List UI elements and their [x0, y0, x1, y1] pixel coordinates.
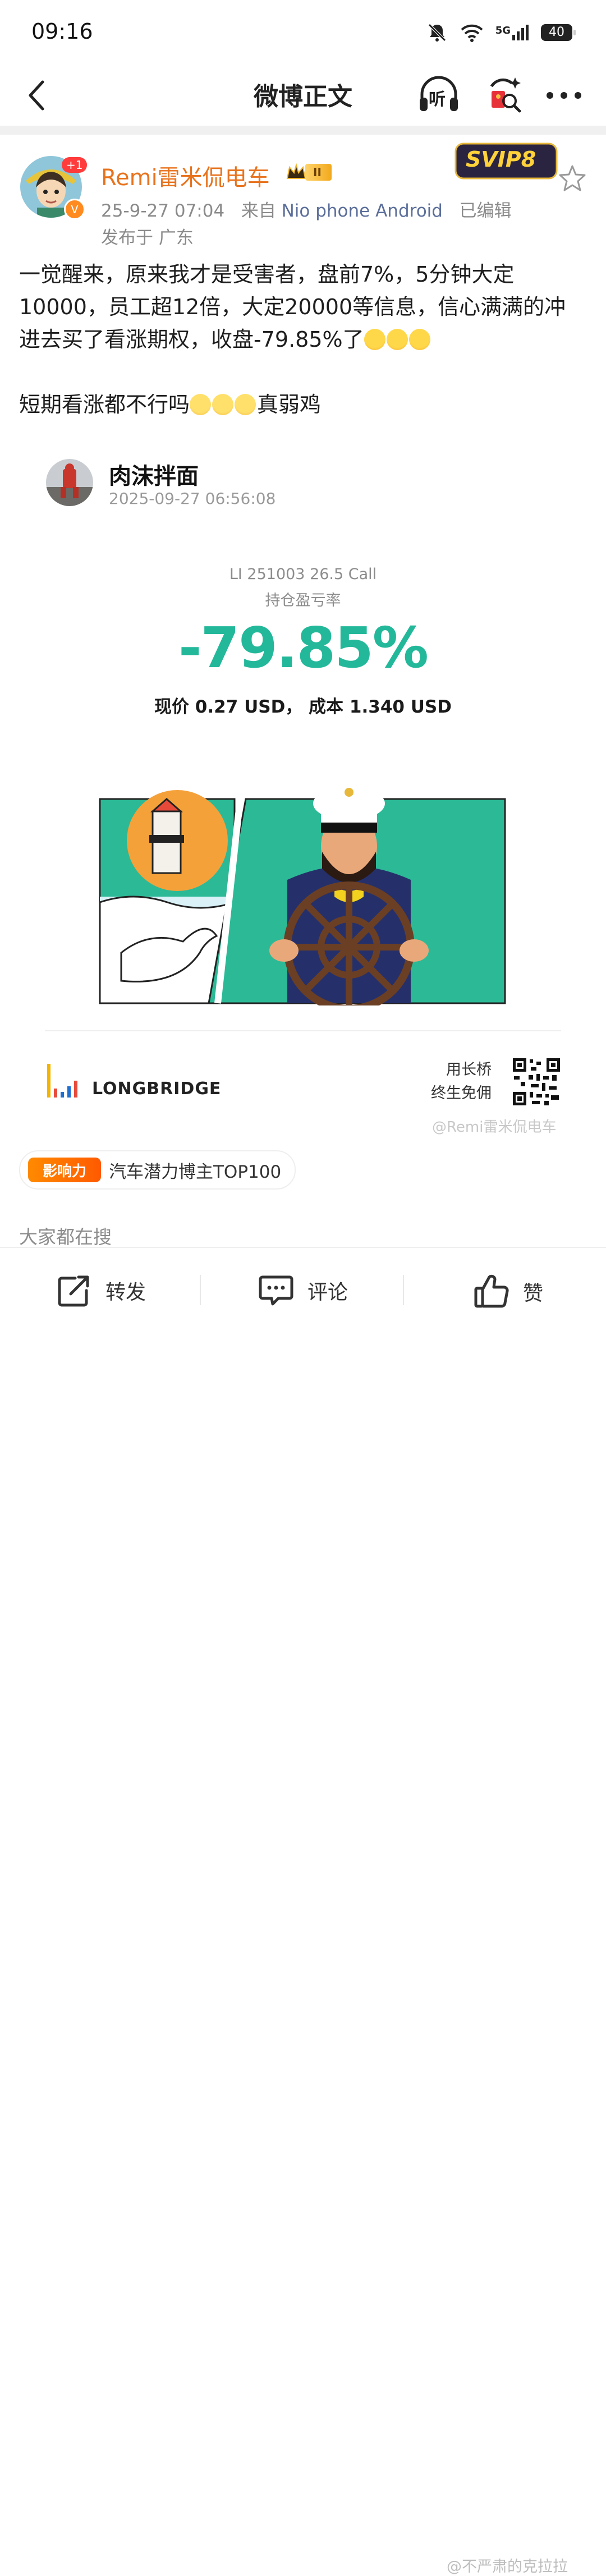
network-icon: 5G [495, 25, 529, 40]
vip-level-badge[interactable]: II [285, 163, 332, 182]
comment-button[interactable]: 评论 [258, 1274, 348, 1307]
more-dots-icon [547, 92, 581, 99]
captain-illustration [99, 768, 506, 1013]
post-date: 25-9-27 07:04 [101, 201, 225, 221]
star-icon [559, 165, 586, 191]
post-paragraph-1: 一觉醒来，原来我才是受害者，盘前7%，5分钟大定10000，员工超12倍，大定2… [19, 258, 587, 356]
post-body: 一觉醒来，原来我才是受害者，盘前7%，5分钟大定10000，员工超12倍，大定2… [19, 258, 587, 421]
longbridge-logo: LONGBRIDGE [47, 1064, 221, 1098]
cry-emoji-icon [364, 329, 385, 350]
nav-divider [0, 126, 606, 135]
like-label: 赞 [523, 1282, 544, 1305]
comment-label: 评论 [307, 1281, 348, 1304]
repost-button[interactable]: 转发 [56, 1274, 146, 1307]
pnl-label: 持仓盈亏率 [265, 592, 341, 609]
red-packet-button[interactable] [480, 72, 527, 119]
card-user-name: 肉沫拌面 [109, 463, 199, 489]
like-button[interactable]: 赞 [474, 1274, 543, 1310]
favorite-button[interactable] [557, 163, 588, 194]
longbridge-brand: LONGBRIDGE [92, 1079, 222, 1099]
post-paragraph-2: 短期看涨都不行吗 真弱鸡 [19, 388, 587, 421]
weibo-watermark: @Remi雷米侃电车 [432, 1119, 557, 1136]
promo-line-1: 用长桥 [446, 1061, 492, 1078]
post-source[interactable]: Nio phone Android [282, 201, 443, 221]
qr-code [512, 1057, 561, 1106]
influence-text: 汽车潜力博主TOP100 [109, 1161, 282, 1182]
promo-line-2: 终生免佣 [431, 1085, 492, 1102]
bottom-action-bar: 转发 评论 赞 @不严肃的克拉拉 [0, 1247, 606, 2575]
cry-emoji-icon [408, 329, 430, 350]
verified-icon: V [64, 199, 85, 220]
status-bar: 09:16 5G 40 [0, 0, 606, 66]
nav-bar: 微博正文 听 [0, 66, 606, 126]
longbridge-bars-icon [47, 1064, 77, 1098]
card-divider [45, 1030, 561, 1031]
svip-label: SVIP8 [466, 147, 536, 172]
svip-badge[interactable]: SVIP8 [453, 140, 559, 182]
comment-icon [259, 1275, 293, 1306]
post-text-3: 真弱鸡 [257, 392, 322, 417]
influence-tag[interactable]: 影响力 汽车潜力博主TOP100 [19, 1150, 296, 1190]
laugh-emoji-icon [212, 394, 234, 415]
post-location: 发布于 广东 [101, 228, 194, 248]
laugh-emoji-icon [235, 394, 256, 415]
bottom-watermark: @不严肃的克拉拉 [447, 2558, 568, 2575]
network-label: 5G [495, 25, 511, 36]
card-timestamp: 2025-09-27 06:56:08 [109, 489, 276, 508]
card-avatar-image [46, 459, 93, 506]
illustration-image [99, 787, 506, 1013]
post-meta: 25-9-27 07:04 来自 Nio phone Android 已编辑 [101, 196, 512, 222]
status-time: 09:16 [31, 19, 93, 44]
thumbs-up-icon [474, 1274, 509, 1308]
listen-label: 听 [429, 90, 446, 109]
red-envelope-icon [490, 77, 521, 113]
notification-badge: +1 [62, 157, 88, 173]
vip-level-label: II [305, 164, 332, 181]
promo-text: 用长桥 终生免佣 [431, 1058, 492, 1105]
influence-icon: 影响力 [28, 1158, 101, 1182]
source-prefix: 来自 [241, 201, 276, 221]
repost-label: 转发 [105, 1281, 146, 1304]
author-name[interactable]: Remi雷米侃电车 [101, 159, 270, 192]
pnl-value: -79.85% [178, 615, 429, 681]
action-divider [403, 1275, 404, 1305]
qr-code-icon [512, 1057, 561, 1106]
mute-bell-icon [428, 24, 446, 42]
trending-label: 大家都在搜 [19, 1226, 112, 1248]
option-symbol: LI 251003 26.5 Call [229, 566, 377, 583]
post-text-2: 短期看涨都不行吗 [19, 392, 190, 417]
edited-label[interactable]: 已编辑 [460, 201, 512, 221]
price-cost-line: 现价 0.27 USD， 成本 1.340 USD [154, 697, 452, 717]
card-user-avatar [46, 459, 93, 506]
laugh-emoji-icon [190, 394, 212, 415]
battery-icon: 40 [541, 24, 576, 41]
more-button[interactable] [539, 72, 589, 119]
crown-icon [286, 163, 306, 179]
action-divider [200, 1275, 201, 1305]
repost-icon [58, 1275, 89, 1307]
listen-button[interactable]: 听 [415, 72, 462, 119]
wifi-icon [461, 24, 483, 42]
cry-emoji-icon [386, 329, 408, 350]
status-icons: 5G 40 [426, 21, 576, 44]
post-text-1: 一觉醒来，原来我才是受害者，盘前7%，5分钟大定10000，员工超12倍，大定2… [19, 262, 566, 352]
